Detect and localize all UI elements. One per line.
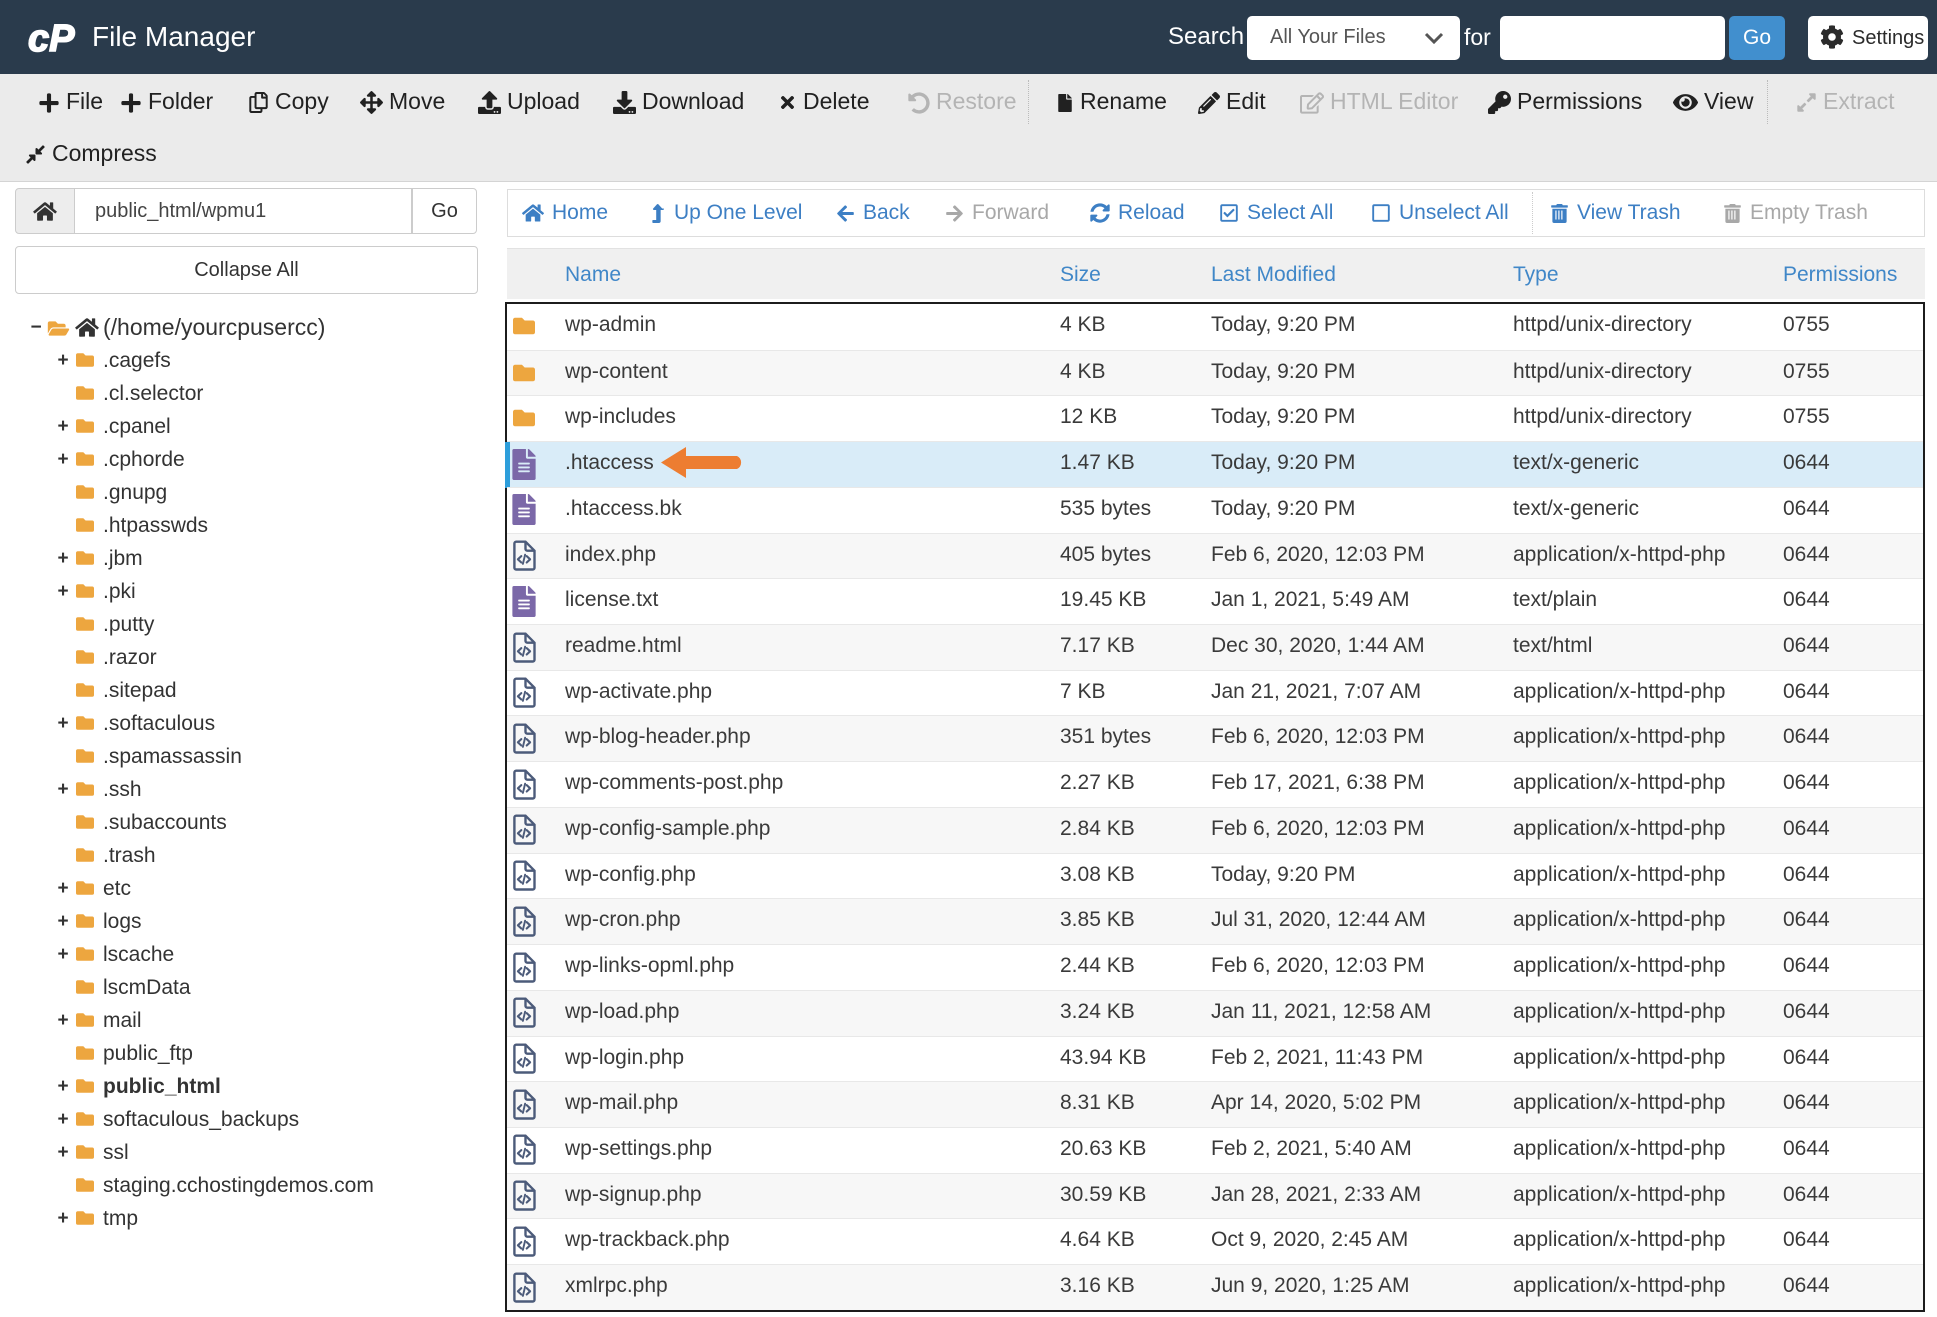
svg-text:cP: cP xyxy=(28,22,75,58)
